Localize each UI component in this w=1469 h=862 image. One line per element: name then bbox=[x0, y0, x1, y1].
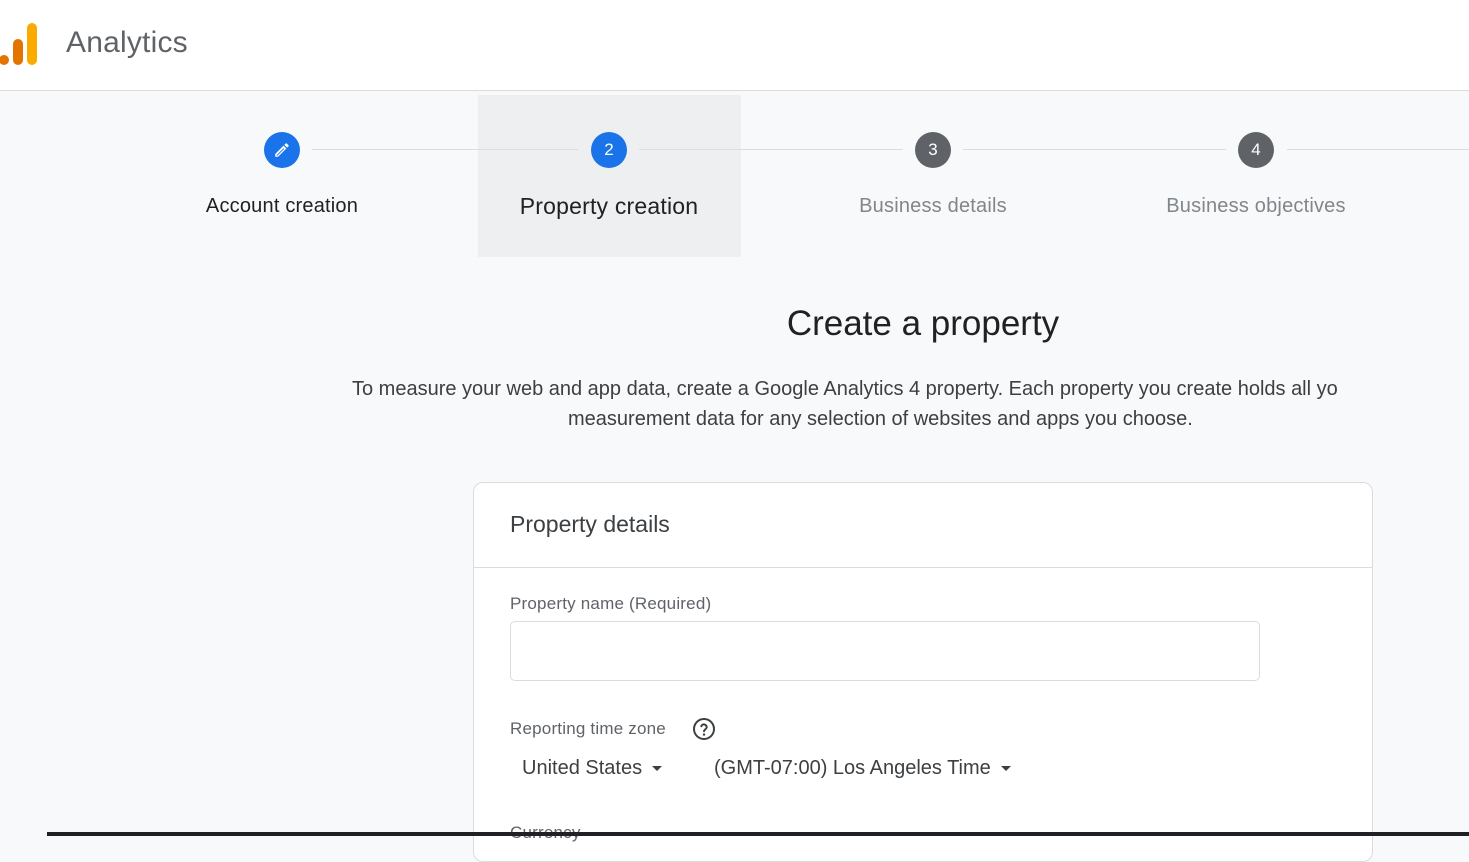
pencil-icon bbox=[275, 143, 289, 157]
card-header: Property details bbox=[474, 483, 1372, 568]
help-circle-icon[interactable] bbox=[692, 717, 716, 741]
country-select[interactable]: United States bbox=[522, 757, 663, 780]
country-select-value: United States bbox=[522, 757, 643, 779]
setup-stepper: Account creation 2 Property creation 3 B… bbox=[0, 92, 1469, 262]
time-zone-select[interactable]: (GMT-07:00) Los Angeles Time bbox=[714, 757, 1011, 780]
description-line-1: To measure your web and app data, create… bbox=[352, 378, 1338, 400]
step-label-business-objectives: Business objectives bbox=[1166, 195, 1346, 217]
step-connector bbox=[312, 149, 578, 150]
step-label-account-creation[interactable]: Account creation bbox=[142, 195, 422, 218]
top-app-bar: Analytics bbox=[0, 0, 1469, 91]
step-connector bbox=[1287, 149, 1469, 150]
caret-down-icon bbox=[652, 766, 663, 771]
bottom-edge-strip bbox=[47, 832, 1469, 836]
property-name-input[interactable] bbox=[510, 621, 1260, 681]
time-zone-label: Reporting time zone bbox=[510, 719, 666, 738]
step-connector bbox=[963, 149, 1226, 150]
caret-down-icon bbox=[1000, 766, 1011, 771]
step-3-indicator: 3 bbox=[915, 132, 951, 168]
active-step-highlight bbox=[478, 95, 741, 257]
description-line-2: measurement data for any selection of we… bbox=[568, 408, 1193, 430]
property-name-label: Property name (Required) bbox=[510, 594, 712, 613]
step-4-indicator: 4 bbox=[1238, 132, 1274, 168]
property-details-card: Property details Property name (Required… bbox=[473, 482, 1373, 862]
step-2-indicator[interactable]: 2 bbox=[591, 132, 627, 168]
step-connector bbox=[639, 149, 903, 150]
step-1-indicator[interactable] bbox=[264, 132, 300, 168]
card-title: Property details bbox=[510, 511, 670, 537]
time-zone-select-value: (GMT-07:00) Los Angeles Time bbox=[714, 757, 991, 779]
page-description: To measure your web and app data, create… bbox=[352, 374, 1469, 434]
step-label-property-creation[interactable]: Property creation bbox=[469, 193, 749, 220]
page-title: Create a property bbox=[786, 304, 1060, 343]
analytics-logo-icon[interactable] bbox=[0, 22, 40, 66]
step-label-business-details: Business details bbox=[859, 195, 1007, 217]
app-title: Analytics bbox=[66, 26, 188, 59]
